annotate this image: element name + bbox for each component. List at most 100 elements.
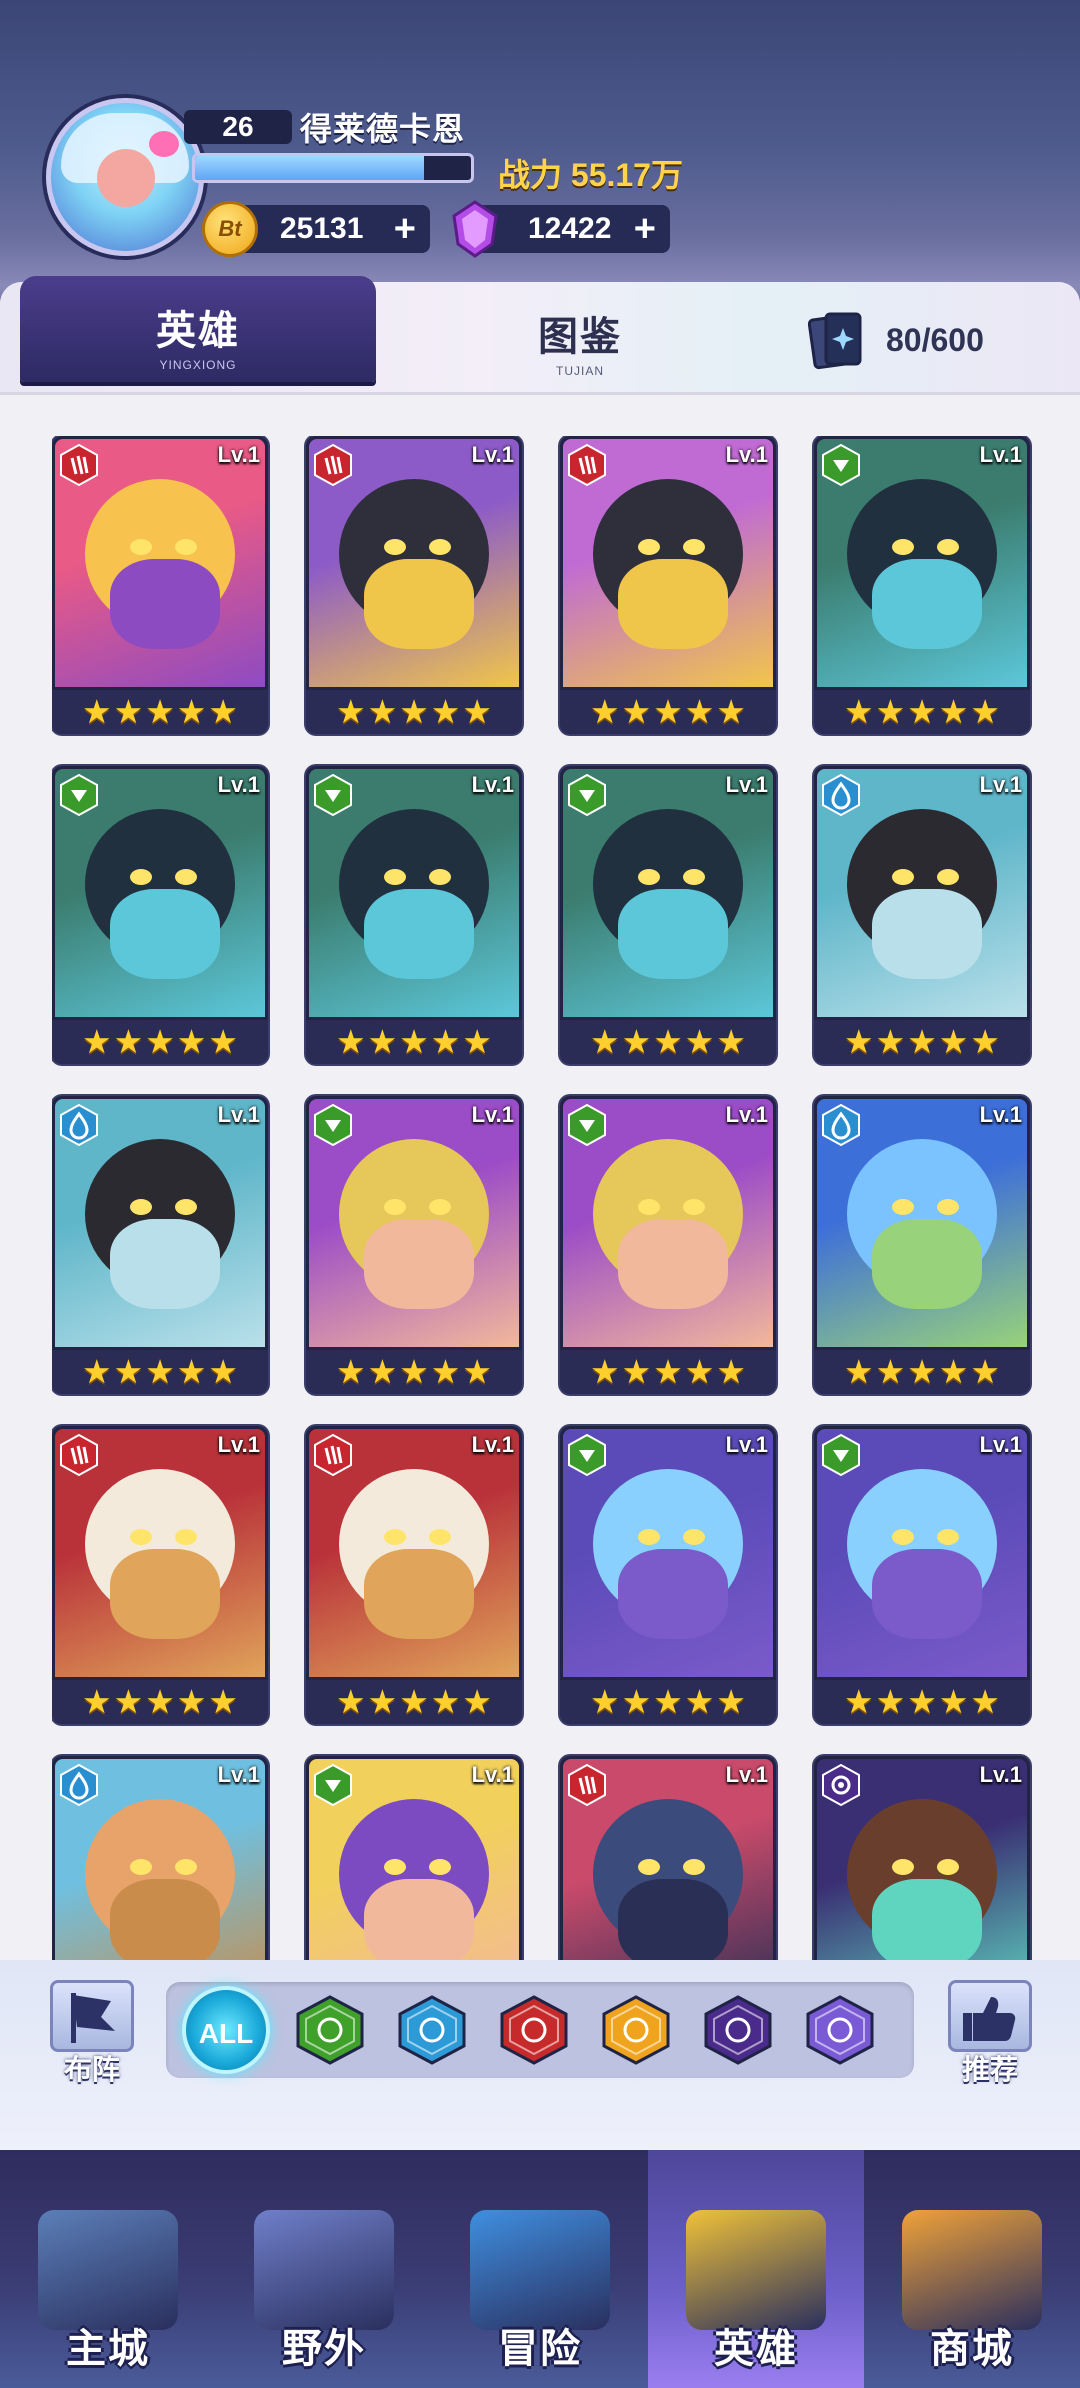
star-icon: ★ — [113, 1023, 144, 1060]
star-icon: ★ — [399, 1023, 429, 1060]
star-icon: ★ — [684, 1023, 715, 1060]
star-icon: ★ — [938, 693, 969, 730]
nav-item-1[interactable]: 野外 — [216, 2150, 432, 2388]
add-gems-button[interactable]: + — [634, 205, 656, 253]
nav-illustration — [470, 2210, 610, 2330]
red-faction-icon — [314, 443, 352, 487]
formation-label: 布阵 — [63, 2054, 120, 2085]
star-icon: ★ — [684, 1353, 715, 1390]
hero-card[interactable]: Lv.1 ★★★★★ — [560, 766, 776, 1064]
hero-eye — [384, 539, 406, 555]
recommend-button[interactable]: 推荐 — [940, 1980, 1040, 2090]
star-icon: ★ — [113, 1683, 144, 1720]
hero-accent — [364, 1879, 474, 1969]
hero-level: Lv.1 — [217, 1432, 260, 1457]
tab-heroes[interactable]: 英雄 YINGXIONG — [20, 276, 376, 382]
filter-water-button[interactable] — [396, 1994, 468, 2066]
hero-stars: ★★★★★ — [560, 1680, 776, 1724]
hero-card[interactable]: Lv.1 ★★★★★ — [52, 1096, 268, 1394]
star-icon: ★ — [82, 1023, 112, 1060]
hero-accent — [364, 559, 474, 649]
hero-card[interactable]: Lv.1 ★★★★★ — [814, 436, 1030, 734]
faction-filter-strip: ALL — [166, 1982, 914, 2078]
hero-card[interactable]: Lv.1 ★★★★★ — [560, 1426, 776, 1724]
nav-item-4[interactable]: 商城 — [864, 2150, 1080, 2388]
red-faction-icon — [60, 1433, 98, 1477]
filter-nature-button[interactable] — [294, 1994, 366, 2066]
hero-card[interactable]: Lv.1 ★★★★★ — [560, 1096, 776, 1394]
hero-level: Lv.1 — [979, 1432, 1022, 1457]
hero-card[interactable]: Lv.1 ★★★★★ — [52, 1426, 268, 1724]
hero-eye — [937, 1529, 959, 1545]
filter-all-button[interactable]: ALL — [182, 1986, 270, 2074]
tab-codex-label: 图鉴 — [538, 315, 622, 359]
star-icon: ★ — [716, 1683, 746, 1720]
tab-bar: 英雄 YINGXIONG 图鉴 TUJIAN 80/600 — [0, 276, 1080, 395]
star-icon: ★ — [590, 1683, 620, 1720]
hero-card[interactable]: Lv.1 ★★★★★ — [306, 766, 522, 1064]
add-gold-button[interactable]: + — [394, 205, 416, 253]
hero-card[interactable]: Lv.1 ★★★★★ — [306, 436, 522, 734]
star-icon: ★ — [113, 693, 144, 730]
player-level: 26 — [184, 110, 292, 144]
hero-eye — [683, 869, 705, 885]
red-faction-icon — [60, 443, 98, 487]
filter-dark-button[interactable] — [702, 1994, 774, 2066]
xp-bar-fill — [195, 156, 425, 180]
hero-stars: ★★★★★ — [814, 1020, 1030, 1064]
star-icon: ★ — [430, 1023, 461, 1060]
star-icon: ★ — [176, 693, 207, 730]
hero-accent — [872, 559, 982, 649]
nav-item-3[interactable]: 英雄 — [648, 2150, 864, 2388]
nav-illustration — [38, 2210, 178, 2330]
star-icon: ★ — [367, 1683, 398, 1720]
hero-card[interactable]: Lv.1 ★★★★★ — [814, 1426, 1030, 1724]
gold-amount: 25131 — [280, 212, 364, 245]
nav-item-2[interactable]: 冒险 — [432, 2150, 648, 2388]
formation-button[interactable]: 布阵 — [42, 1980, 142, 2090]
star-icon: ★ — [590, 1353, 620, 1390]
hero-card[interactable]: Lv.1 ★★★★★ — [560, 436, 776, 734]
hero-eye — [638, 539, 660, 555]
gem-icon — [452, 200, 498, 258]
star-icon: ★ — [399, 1353, 429, 1390]
star-icon: ★ — [716, 693, 746, 730]
hero-eye — [892, 1529, 914, 1545]
hero-stars: ★★★★★ — [306, 1020, 522, 1064]
nav-item-0[interactable]: 主城 — [0, 2150, 216, 2388]
blue-faction-icon — [822, 1103, 860, 1147]
hero-stars: ★★★★★ — [52, 1020, 268, 1064]
hero-card[interactable]: Lv.1 ★★★★★ — [52, 766, 268, 1064]
nav-illustration — [254, 2210, 394, 2330]
star-icon: ★ — [145, 693, 175, 730]
star-icon: ★ — [621, 1353, 652, 1390]
hero-eye — [175, 1859, 197, 1875]
hero-eye — [175, 539, 197, 555]
bottom-navigation: 主城 野外 冒险 英雄 商城 — [0, 2150, 1080, 2388]
filter-fire-button[interactable] — [498, 1994, 570, 2066]
hero-card[interactable]: Lv.1 ★★★★★ — [814, 766, 1030, 1064]
hero-level: Lv.1 — [979, 442, 1022, 467]
hero-accent — [872, 889, 982, 979]
hero-eye — [937, 1859, 959, 1875]
star-icon: ★ — [844, 1683, 874, 1720]
hero-card[interactable]: Lv.1 ★★★★★ — [306, 1096, 522, 1394]
tab-codex[interactable]: 图鉴 TUJIAN — [410, 282, 750, 382]
filter-void-button[interactable] — [804, 1994, 876, 2066]
filter-light-button[interactable] — [600, 1994, 672, 2066]
hero-stars: ★★★★★ — [814, 1680, 1030, 1724]
tab-heroes-sublabel: YINGXIONG — [159, 358, 237, 372]
hero-card[interactable]: Lv.1 ★★★★★ — [52, 436, 268, 734]
hero-card[interactable]: Lv.1 ★★★★★ — [306, 1426, 522, 1724]
nav-label: 冒险 — [498, 2327, 582, 2371]
water-faction-icon — [398, 1995, 466, 2065]
star-icon: ★ — [907, 1353, 937, 1390]
recommend-label: 推荐 — [961, 2054, 1018, 2085]
star-icon: ★ — [875, 1683, 906, 1720]
green-faction-icon — [314, 1103, 352, 1147]
hero-eye — [429, 1529, 451, 1545]
red-faction-icon — [314, 1433, 352, 1477]
hero-level: Lv.1 — [217, 1762, 260, 1787]
hero-card[interactable]: Lv.1 ★★★★★ — [814, 1096, 1030, 1394]
player-avatar[interactable] — [46, 98, 204, 256]
